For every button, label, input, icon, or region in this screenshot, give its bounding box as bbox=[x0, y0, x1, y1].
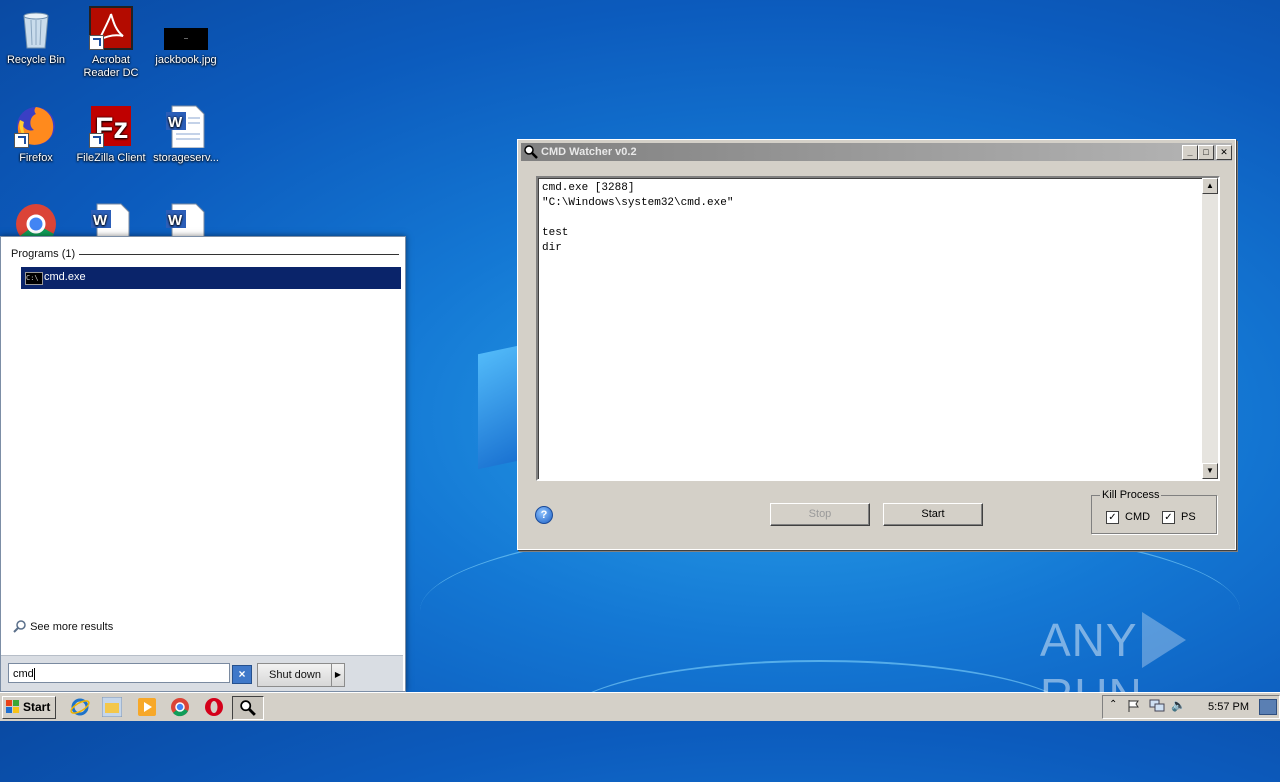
taskbar: Start ⌃ 🔈 5:57 PM bbox=[0, 692, 1280, 721]
stop-button[interactable]: Stop bbox=[770, 503, 870, 526]
action-center-flag-icon[interactable] bbox=[1127, 699, 1141, 713]
programs-section-header: Programs (1) bbox=[11, 248, 76, 260]
media-player-icon[interactable] bbox=[137, 697, 157, 717]
wallpaper-logo bbox=[478, 345, 518, 470]
chrome-icon[interactable] bbox=[170, 697, 190, 717]
taskbar-cmd-watcher-button[interactable] bbox=[232, 696, 264, 720]
start-menu: Programs (1) C:\ cmd.exe See more result… bbox=[0, 236, 406, 692]
windows-flag-icon bbox=[6, 700, 19, 713]
desktop-icon-jackbook[interactable]: jackbook.jpg bbox=[150, 6, 222, 67]
program-item-cmd[interactable]: C:\ cmd.exe bbox=[21, 267, 401, 289]
program-item-label: cmd.exe bbox=[44, 271, 86, 283]
minimize-icon[interactable]: _ bbox=[1182, 145, 1198, 160]
desktop-icon-word-doc[interactable]: W bbox=[150, 202, 222, 236]
desktop-icon-label: Acrobat Reader DC bbox=[83, 54, 139, 79]
internet-explorer-icon[interactable] bbox=[70, 697, 90, 717]
svg-text:W: W bbox=[168, 114, 183, 131]
desktop-icon-label: jackbook.jpg bbox=[155, 54, 217, 66]
network-icon[interactable] bbox=[1149, 699, 1165, 713]
scroll-up-icon[interactable]: ▲ bbox=[1202, 178, 1218, 194]
desktop-icon-firefox[interactable]: Firefox bbox=[0, 104, 72, 165]
window-titlebar[interactable]: CMD Watcher v0.2 _ □ ✕ bbox=[521, 143, 1232, 161]
shortcut-arrow-icon bbox=[89, 133, 104, 148]
show-desktop-icon[interactable] bbox=[1259, 699, 1277, 715]
section-divider bbox=[79, 254, 399, 255]
start-label: Start bbox=[23, 700, 51, 714]
cmd-icon: C:\ bbox=[25, 272, 43, 285]
watermark-left-text: ANY bbox=[1040, 614, 1138, 666]
vertical-scrollbar[interactable]: ▲ ▼ bbox=[1202, 178, 1218, 479]
search-input-value: cmd bbox=[13, 668, 34, 680]
filezilla-icon: Fz bbox=[89, 104, 133, 148]
clock[interactable]: 5:57 PM bbox=[1208, 701, 1249, 713]
firefox-icon bbox=[14, 104, 58, 148]
desktop-icon-label: Recycle Bin bbox=[6, 54, 66, 66]
desktop-icon-acrobat[interactable]: Acrobat Reader DC bbox=[75, 6, 147, 80]
kill-process-legend: Kill Process bbox=[1100, 489, 1162, 501]
shortcut-arrow-icon bbox=[89, 35, 104, 50]
volume-icon[interactable]: 🔈 bbox=[1171, 698, 1186, 712]
text-caret bbox=[33, 668, 35, 681]
play-logo-icon bbox=[1141, 612, 1186, 668]
word-document-icon: W bbox=[164, 104, 208, 149]
shortcut-arrow-icon bbox=[14, 133, 29, 148]
start-search-bar: cmd × Shut down ▶ bbox=[1, 655, 403, 691]
acrobat-reader-icon bbox=[89, 6, 133, 50]
svg-text:W: W bbox=[168, 212, 183, 229]
desktop-icon-storageserv[interactable]: W storageserv... bbox=[150, 104, 222, 165]
word-document-icon: W bbox=[164, 202, 208, 236]
desktop-icon-chrome[interactable] bbox=[0, 202, 72, 236]
search-icon bbox=[13, 620, 26, 633]
see-more-results-link[interactable]: See more results bbox=[13, 619, 113, 633]
maximize-icon[interactable]: □ bbox=[1198, 145, 1214, 160]
recycle-bin-icon bbox=[14, 6, 58, 50]
desktop-icon-label: Firefox bbox=[19, 152, 53, 164]
see-more-label: See more results bbox=[30, 621, 114, 633]
start-button-taskbar[interactable]: Start bbox=[2, 696, 56, 719]
help-icon[interactable]: ? bbox=[535, 506, 553, 524]
desktop-icon-recycle-bin[interactable]: Recycle Bin bbox=[0, 6, 72, 67]
desktop-icon-label: FileZilla Client bbox=[76, 152, 146, 164]
window-title: CMD Watcher v0.2 bbox=[541, 146, 637, 158]
ps-checkbox-label: PS bbox=[1181, 511, 1196, 523]
clear-search-icon[interactable]: × bbox=[232, 665, 252, 684]
log-text: cmd.exe [3288] "C:\Windows\system32\cmd.… bbox=[542, 182, 734, 254]
svg-text:W: W bbox=[93, 212, 108, 229]
magnifier-icon bbox=[524, 145, 538, 159]
show-hidden-icons-icon[interactable]: ⌃ bbox=[1109, 699, 1117, 710]
ps-checkbox[interactable]: ✓ bbox=[1162, 511, 1175, 524]
desktop-icon-label: storageserv... bbox=[153, 152, 219, 164]
word-document-icon: W bbox=[89, 202, 133, 236]
desktop-icon-word-doc[interactable]: W bbox=[75, 202, 147, 236]
file-explorer-icon[interactable] bbox=[102, 697, 122, 717]
start-search-input[interactable]: cmd bbox=[8, 663, 230, 683]
opera-icon[interactable] bbox=[204, 697, 224, 717]
scroll-down-icon[interactable]: ▼ bbox=[1202, 463, 1218, 479]
shutdown-button[interactable]: Shut down bbox=[257, 663, 333, 687]
close-icon[interactable]: ✕ bbox=[1216, 145, 1232, 160]
cmd-checkbox-label: CMD bbox=[1125, 511, 1151, 523]
kill-process-group: Kill Process ✓ CMD ✓ PS bbox=[1091, 489, 1217, 534]
magnifier-icon bbox=[240, 700, 256, 716]
wallpaper-streak bbox=[560, 660, 1080, 782]
cmd-checkbox[interactable]: ✓ bbox=[1106, 511, 1119, 524]
start-button[interactable]: Start bbox=[883, 503, 983, 526]
shutdown-options-arrow-icon[interactable]: ▶ bbox=[331, 663, 345, 687]
cmd-watcher-window: CMD Watcher v0.2 _ □ ✕ cmd.exe [3288] "C… bbox=[517, 139, 1236, 550]
system-tray: ⌃ 🔈 5:57 PM bbox=[1102, 695, 1280, 719]
log-textarea[interactable]: cmd.exe [3288] "C:\Windows\system32\cmd.… bbox=[536, 176, 1220, 481]
image-file-icon bbox=[164, 6, 208, 50]
chrome-icon bbox=[14, 202, 58, 236]
desktop-icon-filezilla[interactable]: Fz FileZilla Client bbox=[75, 104, 147, 165]
